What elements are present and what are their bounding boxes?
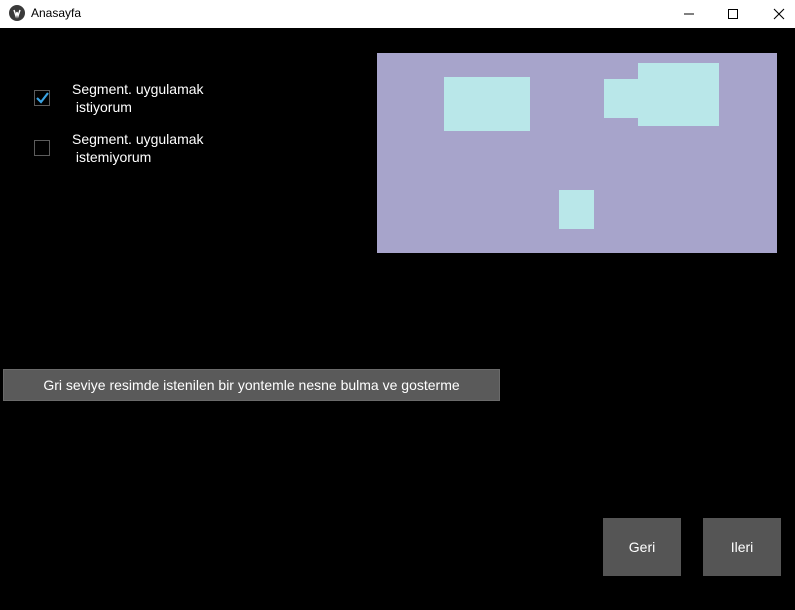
detected-object [444,77,530,131]
back-button[interactable]: Geri [603,518,681,576]
next-button[interactable]: Ileri [703,518,781,576]
close-icon [773,8,785,20]
process-button[interactable]: Gri seviye resimde istenilen bir yonteml… [3,369,500,401]
maximize-button[interactable] [710,0,756,28]
minimize-button[interactable] [666,0,712,28]
segment-yes-checkbox[interactable] [34,90,50,106]
maximize-icon [728,9,738,19]
window-title: Anasayfa [31,6,82,20]
title-bar: Anasayfa [0,0,795,28]
detected-object [604,79,640,118]
close-button[interactable] [756,0,795,28]
app-icon [9,5,25,21]
detected-object [638,63,719,126]
minimize-icon [684,13,694,15]
detected-object [559,190,594,229]
segment-no-label: Segment. uygulamak istemiyorum [72,131,204,165]
segment-no-checkbox[interactable] [34,140,50,156]
checkmark-icon [36,92,49,104]
image-preview [377,53,777,253]
segment-yes-label: Segment. uygulamak istiyorum [72,81,204,115]
